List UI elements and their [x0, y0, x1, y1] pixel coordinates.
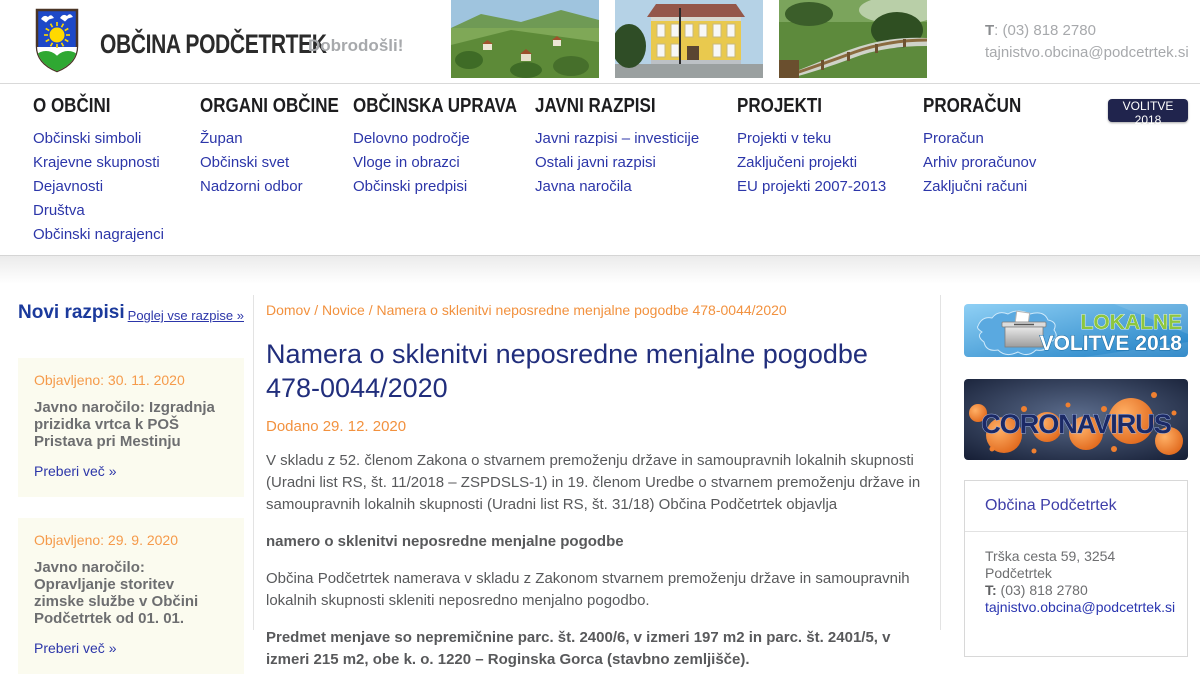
header-phone: T: (03) 818 2780: [985, 22, 1096, 39]
nav-column-obcinska-uprava: OBČINSKA UPRAVA Delovno področje Vloge i…: [353, 95, 546, 199]
nav-column-organi-obcine: ORGANI OBČINE Župan Občinski svet Nadzor…: [200, 95, 363, 199]
read-more-link[interactable]: Preberi več »: [34, 640, 116, 656]
article-paragraph: Občina Podčetrtek namerava v skladu z Za…: [266, 570, 910, 609]
welcome-text: Dobrodošli!: [308, 36, 404, 55]
nav-link-nadzorni-odbor[interactable]: Nadzorni odbor: [200, 175, 363, 199]
nav-link-ostali-javni-razpisi[interactable]: Ostali javni razpisi: [535, 151, 699, 175]
article-paragraph: V skladu z 52. členom Zakona o stvarnem …: [266, 452, 921, 513]
view-all-razpisi-link[interactable]: Poglej vse razpise »: [128, 308, 244, 323]
hillside-village-photo: [451, 0, 599, 78]
nav-link-javna-narocila[interactable]: Javna naročila: [535, 175, 699, 199]
nav-link-zupan[interactable]: Župan: [200, 127, 363, 151]
nav-column-proracun: PRORAČUN Proračun Arhiv proračunov Zaklj…: [923, 95, 1039, 199]
nav-link-obcinski-predpisi[interactable]: Občinski predpisi: [353, 175, 546, 199]
coronavirus-banner[interactable]: CORONAVIRUS: [964, 379, 1188, 460]
nav-link-zakljuceni-projekti[interactable]: Zaključeni projekti: [737, 151, 886, 175]
main-article: Domov / Novice / Namera o sklenitvi nepo…: [253, 295, 941, 668]
nav-link-vloge-in-obrazci[interactable]: Vloge in obrazci: [353, 151, 546, 175]
banner-volitve-line2: VOLITVE 2018: [1040, 332, 1183, 355]
news-card[interactable]: Objavljeno: 30. 11. 2020 Javno naročilo:…: [18, 358, 244, 497]
contact-address: Trška cesta 59, 3254 Podčetrtek: [985, 548, 1116, 581]
coat-of-arms-icon: [35, 8, 79, 73]
article-date: Dodano 29. 12. 2020: [266, 418, 407, 435]
banner-volitve-line1: LOKALNE: [1081, 311, 1183, 334]
nav-heading: O OBČINI: [33, 95, 111, 117]
left-sidebar-novi-razpisi: Novi razpisi Poglej vse razpise » Objavl…: [18, 295, 244, 674]
municipal-building-photo: [615, 0, 763, 78]
article-subheading: namero o sklenitvi neposredne menjalne p…: [266, 533, 624, 550]
nav-link-drustva[interactable]: Društva: [33, 199, 164, 223]
contact-box-title-link[interactable]: Občina Podčetrtek: [965, 481, 1187, 532]
nav-link-dejavnosti[interactable]: Dejavnosti: [33, 175, 164, 199]
nav-link-eu-projekti[interactable]: EU projekti 2007-2013: [737, 175, 886, 199]
lokalne-volitve-2018-banner[interactable]: LOKALNE VOLITVE 2018: [964, 304, 1188, 357]
breadcrumb: Domov / Novice / Namera o sklenitvi nepo…: [266, 302, 787, 318]
volitve-2018-button[interactable]: VOLITVE 2018: [1108, 99, 1188, 127]
nav-heading: PRORAČUN: [923, 95, 1022, 117]
news-title: Javno naročilo: Izgradnja prizidka vrtca…: [34, 399, 215, 450]
contact-box: Občina Podčetrtek Trška cesta 59, 3254 P…: [964, 480, 1188, 657]
breadcrumb-home-link[interactable]: Domov: [266, 302, 310, 318]
nav-link-krajevne-skupnosti[interactable]: Krajevne skupnosti: [33, 151, 164, 175]
main-navigation: O OBČINI Občinski simboli Krajevne skupn…: [0, 85, 1200, 255]
nav-link-projekti-v-teku[interactable]: Projekti v teku: [737, 127, 886, 151]
news-card[interactable]: Objavljeno: 29. 9. 2020 Javno naročilo: …: [18, 518, 244, 674]
news-title: Javno naročilo: Opravljanje storitev zim…: [34, 559, 199, 627]
header-email-link[interactable]: tajnistvo.obcina@podcetrtek.si: [985, 44, 1189, 61]
nav-heading: JAVNI RAZPISI: [535, 95, 656, 117]
contact-box-body: Trška cesta 59, 3254 Podčetrtek T: (03) …: [965, 532, 1187, 656]
nav-heading: ORGANI OBČINE: [200, 95, 339, 117]
breadcrumb-current: Namera o sklenitvi neposredne menjalne p…: [376, 302, 787, 318]
nav-heading: OBČINSKA UPRAVA: [353, 95, 518, 117]
nav-column-o-obcini: O OBČINI Občinski simboli Krajevne skupn…: [33, 95, 164, 247]
article-paragraph-bold: Predmet menjave so nepremičnine parc. št…: [266, 629, 891, 668]
municipality-coat-of-arms-logo[interactable]: [33, 6, 81, 74]
nav-column-projekti: PROJEKTI Projekti v teku Zaključeni proj…: [737, 95, 886, 199]
phone-label: T: [985, 22, 995, 39]
site-title[interactable]: OBČINA PODČETRTEK: [100, 29, 327, 60]
nav-link-arhiv-proracunov[interactable]: Arhiv proračunov: [923, 151, 1039, 175]
road-with-railing-photo: [779, 0, 927, 78]
nav-link-delovno-podrocje[interactable]: Delovno področje: [353, 127, 546, 151]
nav-shadow-divider: [0, 255, 1200, 291]
banner-corona-text: CORONAVIRUS: [981, 409, 1171, 439]
site-header: OBČINA PODČETRTEK Dobrodošli! T: (03) 81…: [0, 0, 1200, 84]
nav-heading: PROJEKTI: [737, 95, 823, 117]
nav-link-proracun[interactable]: Proračun: [923, 127, 1039, 151]
page: OBČINA PODČETRTEK Dobrodošli! T: (03) 81…: [0, 0, 1200, 674]
nav-link-javni-razpisi-investicije[interactable]: Javni razpisi – investicije: [535, 127, 699, 151]
nav-link-obcinski-simboli[interactable]: Občinski simboli: [33, 127, 164, 151]
nav-column-javni-razpisi: JAVNI RAZPISI Javni razpisi – investicij…: [535, 95, 699, 199]
read-more-link[interactable]: Preberi več »: [34, 463, 116, 479]
ballot-box: [1004, 326, 1044, 348]
news-date: Objavljeno: 30. 11. 2020: [34, 372, 185, 388]
news-date: Objavljeno: 29. 9. 2020: [34, 532, 178, 548]
sidebar-title: Novi razpisi: [18, 302, 125, 323]
header-contact: T: (03) 818 2780 tajnistvo.obcina@podcet…: [985, 20, 1189, 64]
right-sidebar: LOKALNE VOLITVE 2018 CORONAVIRUS Občina …: [964, 295, 1188, 657]
nav-link-zakljucni-racuni[interactable]: Zaključni računi: [923, 175, 1039, 199]
nav-link-obcinski-svet[interactable]: Občinski svet: [200, 151, 363, 175]
nav-link-obcinski-nagrajenci[interactable]: Občinski nagrajenci: [33, 223, 164, 247]
contact-email-link[interactable]: tajnistvo.obcina@podcetrtek.si: [985, 599, 1175, 615]
breadcrumb-novice-link[interactable]: Novice: [322, 302, 365, 318]
contact-phone: T: (03) 818 2780: [985, 582, 1088, 598]
article-title: Namera o sklenitvi neposredne menjalne p…: [266, 339, 868, 403]
